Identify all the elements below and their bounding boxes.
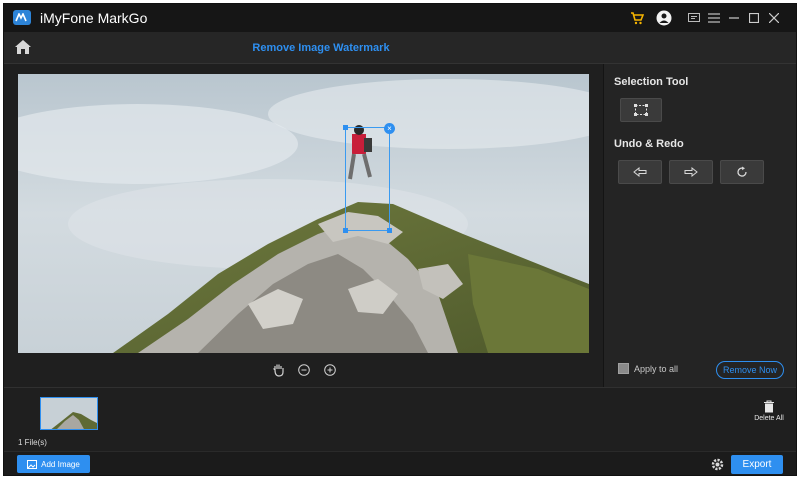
delete-all-button[interactable]: Delete All xyxy=(749,400,789,422)
apply-to-all-label: Apply to all xyxy=(634,363,679,374)
refresh-icon xyxy=(737,166,747,177)
delete-all-label: Delete All xyxy=(754,415,784,422)
undo-redo-title: Undo & Redo xyxy=(614,138,684,150)
trash-icon xyxy=(764,400,774,413)
selection-tool-title: Selection Tool xyxy=(614,76,689,88)
selection-close-icon[interactable]: × xyxy=(384,123,395,134)
cart-icon[interactable] xyxy=(628,9,646,27)
title-bar: iMyFone MarkGo xyxy=(4,4,796,32)
maximize-icon[interactable] xyxy=(745,9,763,27)
resize-handle[interactable] xyxy=(387,228,392,233)
menu-icon[interactable] xyxy=(705,9,723,27)
apply-to-all-checkbox[interactable] xyxy=(618,363,629,374)
redo-icon xyxy=(684,167,698,177)
account-icon[interactable] xyxy=(655,9,673,27)
settings-gear-icon[interactable] xyxy=(710,457,725,472)
page-title: Remove Image Watermark xyxy=(252,42,390,54)
hand-icon[interactable] xyxy=(270,362,286,378)
remove-now-button[interactable]: Remove Now xyxy=(716,361,784,379)
thumbnail-image xyxy=(41,398,97,429)
feedback-icon[interactable] xyxy=(685,9,703,27)
footer-bar: Add Image Export xyxy=(4,451,796,475)
reset-button[interactable] xyxy=(720,160,764,184)
header-bar: Remove Image Watermark xyxy=(4,32,796,64)
undo-icon xyxy=(633,167,647,177)
export-button[interactable]: Export xyxy=(731,455,783,474)
undo-button[interactable] xyxy=(618,160,662,184)
app-window: iMyFone MarkGo Remove Image Watermark × … xyxy=(3,3,797,476)
app-title: iMyFone MarkGo xyxy=(40,10,148,26)
redo-button[interactable] xyxy=(669,160,713,184)
zoom-in-icon[interactable] xyxy=(322,362,338,378)
file-thumbnail[interactable] xyxy=(40,397,98,430)
apply-to-all[interactable]: Apply to all xyxy=(618,363,678,374)
close-icon[interactable] xyxy=(765,9,783,27)
add-image-icon xyxy=(27,459,38,469)
add-image-label: Add Image xyxy=(41,459,80,469)
selection-box[interactable]: × xyxy=(343,123,395,233)
file-strip: 1 File(s) Delete All xyxy=(4,387,796,451)
landscape-image xyxy=(18,74,589,353)
tool-panel: Selection Tool Undo & Redo Apply to all … xyxy=(603,64,796,387)
zoom-out-icon[interactable] xyxy=(296,362,312,378)
image-canvas[interactable]: × xyxy=(18,74,589,353)
add-image-button[interactable]: Add Image xyxy=(17,455,90,473)
app-logo-icon xyxy=(13,10,31,25)
resize-handle[interactable] xyxy=(343,125,348,130)
resize-handle[interactable] xyxy=(343,228,348,233)
rectangle-select-button[interactable] xyxy=(620,98,662,122)
rectangle-select-icon xyxy=(634,104,648,116)
file-count: 1 File(s) xyxy=(18,438,47,447)
zoom-toolbar xyxy=(270,362,338,378)
minimize-icon[interactable] xyxy=(725,9,743,27)
